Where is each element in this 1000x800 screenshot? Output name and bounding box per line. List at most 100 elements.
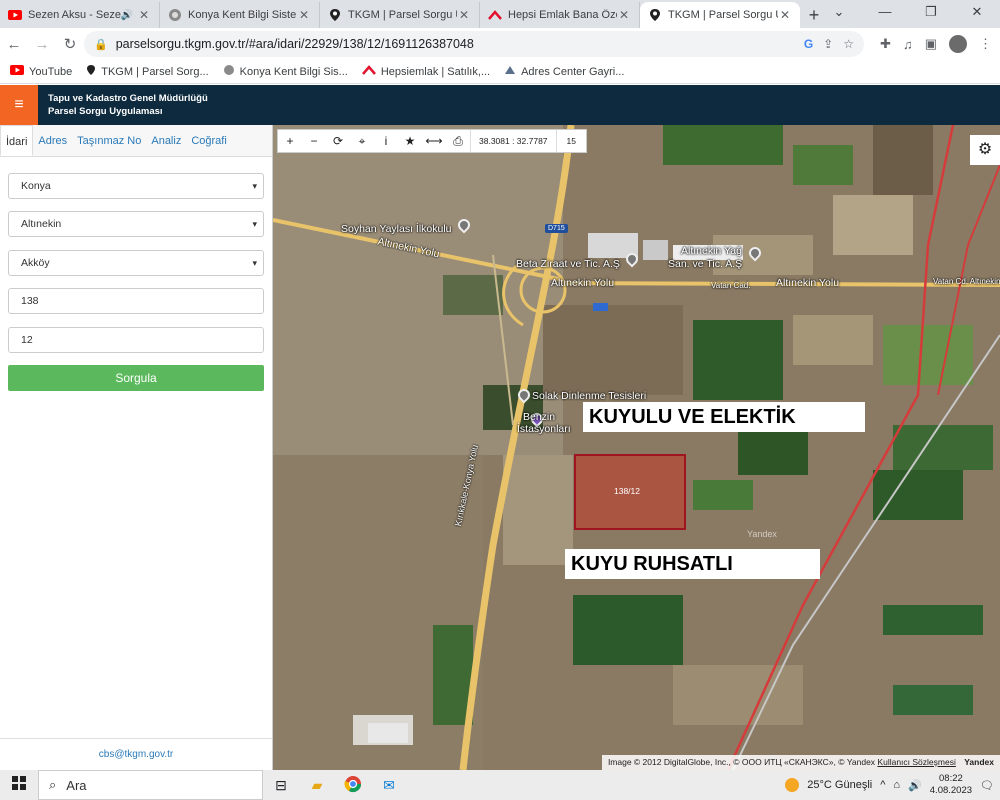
- zoom-level: 15: [566, 136, 577, 146]
- settings-gear-icon[interactable]: ⚙: [970, 135, 1000, 165]
- back-button[interactable]: ←: [0, 36, 28, 53]
- sun-weather-icon: [785, 778, 800, 792]
- chevron-up-icon[interactable]: ^: [880, 779, 885, 791]
- query-button[interactable]: Sorgula: [8, 365, 264, 391]
- zoom-in-icon[interactable]: +: [278, 134, 302, 148]
- forward-button[interactable]: →: [28, 36, 56, 53]
- restore-button[interactable]: ❐: [908, 0, 954, 24]
- close-tab-icon[interactable]: ✕: [617, 8, 631, 22]
- bookmark-tkgm[interactable]: TKGM | Parsel Sorg...: [86, 64, 209, 79]
- extensions-icon[interactable]: ✚: [880, 36, 891, 52]
- map-label: Solak Dinlenme Tesisleri: [532, 390, 647, 402]
- app-header: ≡ Tapu ve Kadastro Genel Müdürlüğü Parse…: [0, 85, 1000, 125]
- url-text[interactable]: parselsorgu.tkgm.gov.tr/#ara/idari/22929…: [116, 37, 804, 51]
- bookmark-hepsiemlak[interactable]: Hepsiemlak | Satılık,...: [361, 65, 490, 78]
- youtube-icon: [10, 65, 24, 78]
- share-icon[interactable]: ⇪: [823, 37, 833, 51]
- tab-cografi[interactable]: Coğrafi: [186, 125, 231, 156]
- bookmark-adres-center[interactable]: Adres Center Gayri...: [504, 65, 624, 78]
- browser-tab-2[interactable]: TKGM | Parsel Sorgu Uygu ✕: [320, 2, 480, 28]
- tab-adres[interactable]: Adres: [33, 125, 72, 156]
- bookmark-star-icon[interactable]: ☆: [843, 37, 854, 51]
- favorite-star-icon[interactable]: ★: [398, 134, 422, 148]
- hamburger-menu-icon[interactable]: ≡: [0, 85, 38, 125]
- hepsiemlak-icon: [361, 65, 376, 78]
- neighborhood-select[interactable]: Akköy ▾: [8, 250, 264, 276]
- tab-analiz[interactable]: Analiz: [146, 125, 186, 156]
- minimize-button[interactable]: —: [862, 0, 908, 24]
- yandex-brand: Yandex: [964, 757, 994, 767]
- reload-button[interactable]: ↻: [56, 35, 84, 53]
- network-icon[interactable]: ⌂: [893, 779, 900, 791]
- bookmark-konya[interactable]: Konya Kent Bilgi Sis...: [223, 64, 348, 79]
- zoom-out-icon[interactable]: −: [302, 134, 326, 148]
- close-tab-icon[interactable]: ✕: [297, 8, 311, 22]
- tab-tasinmaz-no[interactable]: Taşınmaz No: [72, 125, 146, 156]
- footer-email-link[interactable]: cbs@tkgm.gov.tr: [0, 738, 272, 770]
- taskbar-search[interactable]: ⌕ Ara: [38, 770, 263, 800]
- system-tray: 25°C Güneşli ^ ⌂ 🔊 08:22 4.08.2023 🗨: [785, 770, 994, 800]
- task-view-icon[interactable]: ⊟: [263, 777, 299, 794]
- notification-icon[interactable]: 🗨: [980, 779, 994, 792]
- measure-icon[interactable]: ⟷: [422, 134, 446, 148]
- annotation-banner-top: KUYULU VE ELEKTİK: [583, 402, 865, 432]
- district-select[interactable]: Altınekin ▾: [8, 211, 264, 237]
- parcel-highlight[interactable]: 138/12: [574, 454, 686, 530]
- volume-icon[interactable]: 🔊: [908, 779, 922, 792]
- block-input[interactable]: 138: [8, 288, 264, 314]
- windows-start-icon[interactable]: [0, 775, 38, 795]
- info-icon[interactable]: i: [374, 134, 398, 148]
- profile-avatar[interactable]: [949, 35, 967, 53]
- close-window-button[interactable]: ✕: [954, 0, 1000, 24]
- app-title-line1: Tapu ve Kadastro Genel Müdürlüğü: [48, 93, 208, 104]
- map-label: Altınekin Yolu: [551, 277, 615, 289]
- adres-center-icon: [504, 65, 516, 78]
- attribution-text: Image © 2012 DigitalGlobe, Inc., © ООО И…: [607, 757, 876, 767]
- province-select[interactable]: Konya ▾: [8, 173, 264, 199]
- print-icon[interactable]: ⎙: [446, 134, 470, 149]
- browser-tab-3[interactable]: Hepsi Emlak Bana Özel ✕: [480, 2, 640, 28]
- media-icon[interactable]: ♫: [903, 37, 913, 52]
- weather-text[interactable]: 25°C Güneşli: [807, 779, 872, 791]
- tab-title: Konya Kent Bilgi Sistemi: [188, 9, 297, 21]
- search-icon: ⌕: [49, 777, 57, 792]
- window-controls: ⌄ — ❐ ✕: [816, 0, 1000, 24]
- lock-icon[interactable]: 🔒: [94, 38, 108, 51]
- map-pin-icon: [328, 8, 342, 22]
- terms-link[interactable]: Kullanıcı Sözleşmesi: [877, 757, 955, 767]
- close-tab-icon[interactable]: ✕: [457, 8, 471, 22]
- map-attribution: Image © 2012 DigitalGlobe, Inc., © ООО И…: [601, 755, 1000, 770]
- address-bar[interactable]: 🔒 parselsorgu.tkgm.gov.tr/#ara/idari/229…: [84, 31, 864, 57]
- clock[interactable]: 08:22 4.08.2023: [930, 773, 972, 797]
- chevron-down-icon[interactable]: ⌄: [816, 0, 862, 24]
- map-label: Altınekin Yolu: [776, 277, 840, 289]
- map-label: Altınekin Yağ: [681, 245, 742, 257]
- road-shield: D715: [545, 224, 568, 233]
- map-toolbar: + − ⟳ ⌖ i ★ ⟷ ⎙ 38.3081 : 32.7787 15: [277, 129, 588, 153]
- tab-idari[interactable]: İdari: [0, 125, 34, 156]
- clock-date: 4.08.2023: [929, 785, 973, 796]
- google-icon[interactable]: G: [804, 37, 813, 51]
- block-value: 138: [21, 295, 39, 307]
- close-tab-icon[interactable]: ✕: [137, 8, 151, 22]
- bookmark-youtube[interactable]: YouTube: [10, 65, 72, 78]
- search-panel: İdari Adres Taşınmaz No Analiz Coğrafi K…: [0, 125, 273, 770]
- refresh-icon[interactable]: ⟳: [326, 134, 350, 148]
- map-watermark: Yandex: [747, 529, 777, 539]
- sidepanel-icon[interactable]: ▣: [925, 36, 937, 52]
- parcel-input[interactable]: 12: [8, 327, 264, 353]
- map-view[interactable]: + − ⟳ ⌖ i ★ ⟷ ⎙ 38.3081 : 32.7787 15 ⚙ D…: [273, 125, 1000, 770]
- close-tab-icon[interactable]: ✕: [778, 8, 792, 22]
- mail-icon[interactable]: ✉: [371, 777, 407, 794]
- tab-title: Hepsi Emlak Bana Özel: [508, 9, 617, 21]
- browser-tab-4[interactable]: TKGM | Parsel Sorgu Uygu ✕: [640, 2, 800, 28]
- youtube-icon: [8, 8, 22, 22]
- speaker-icon[interactable]: 🔊: [121, 10, 133, 21]
- locate-icon[interactable]: ⌖: [350, 134, 374, 149]
- annotation-banner-bottom: KUYU RUHSATLI: [565, 549, 820, 579]
- file-explorer-icon[interactable]: ▰: [299, 777, 335, 794]
- more-menu-icon[interactable]: ⋮: [979, 36, 992, 52]
- browser-tab-1[interactable]: Konya Kent Bilgi Sistemi ✕: [160, 2, 320, 28]
- browser-tab-0[interactable]: Sezen Aksu - Sezen A 🔊 ✕: [0, 2, 160, 28]
- chrome-icon[interactable]: [335, 775, 371, 796]
